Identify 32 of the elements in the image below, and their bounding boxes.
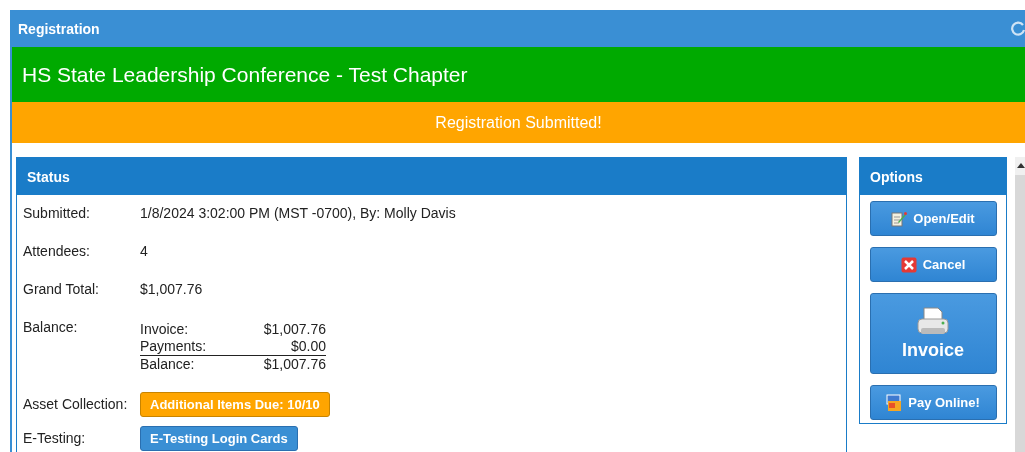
event-title: HS State Leadership Conference - Test Chapter [22,62,468,87]
balance-label: Payments: [140,338,207,355]
field-label: Grand Total: [23,281,100,297]
option-button[interactable]: Invoice [869,293,997,374]
option-button[interactable]: Open/Edit [869,201,997,236]
balance-label: Invoice: [140,321,189,338]
refresh-icon[interactable] [1011,20,1025,37]
balance-amount: $1,007.76 [263,356,326,373]
field-label: E-Testing: [23,430,87,446]
field-label: Submitted: [23,205,91,221]
option-button[interactable]: Cancel [869,247,997,282]
scrollbar[interactable] [1015,157,1025,452]
field-label: Balance: [23,319,79,335]
balance-amount: $1,007.76 [263,321,326,338]
status-action-button[interactable]: E-Testing Login Cards [140,425,298,451]
status-action-button[interactable]: Additional Items Due: 10/10 [140,391,330,417]
field-label: Asset Collection: [23,396,129,412]
field-value: 4 [140,243,148,259]
status-message: Registration Submitted! [435,113,602,132]
field-value: 1/8/2024 3:02:00 PM (MST -0700), By: Molly Davis [140,205,456,221]
cancel-x-icon [900,256,917,273]
panel-title: Options [870,168,923,185]
panel-title: Status [27,168,70,185]
balance-label: Balance: [140,356,195,373]
window-title: Registration [18,20,100,37]
cards-icon [886,393,903,412]
notepad-pencil-icon [891,210,908,227]
balance-amount: $0.00 [290,338,326,355]
field-label: Attendees: [23,243,91,259]
scroll-up-icon[interactable] [1017,163,1025,168]
field-value: $1,007.76 [140,281,203,297]
option-button[interactable]: Pay Online! [869,385,997,420]
